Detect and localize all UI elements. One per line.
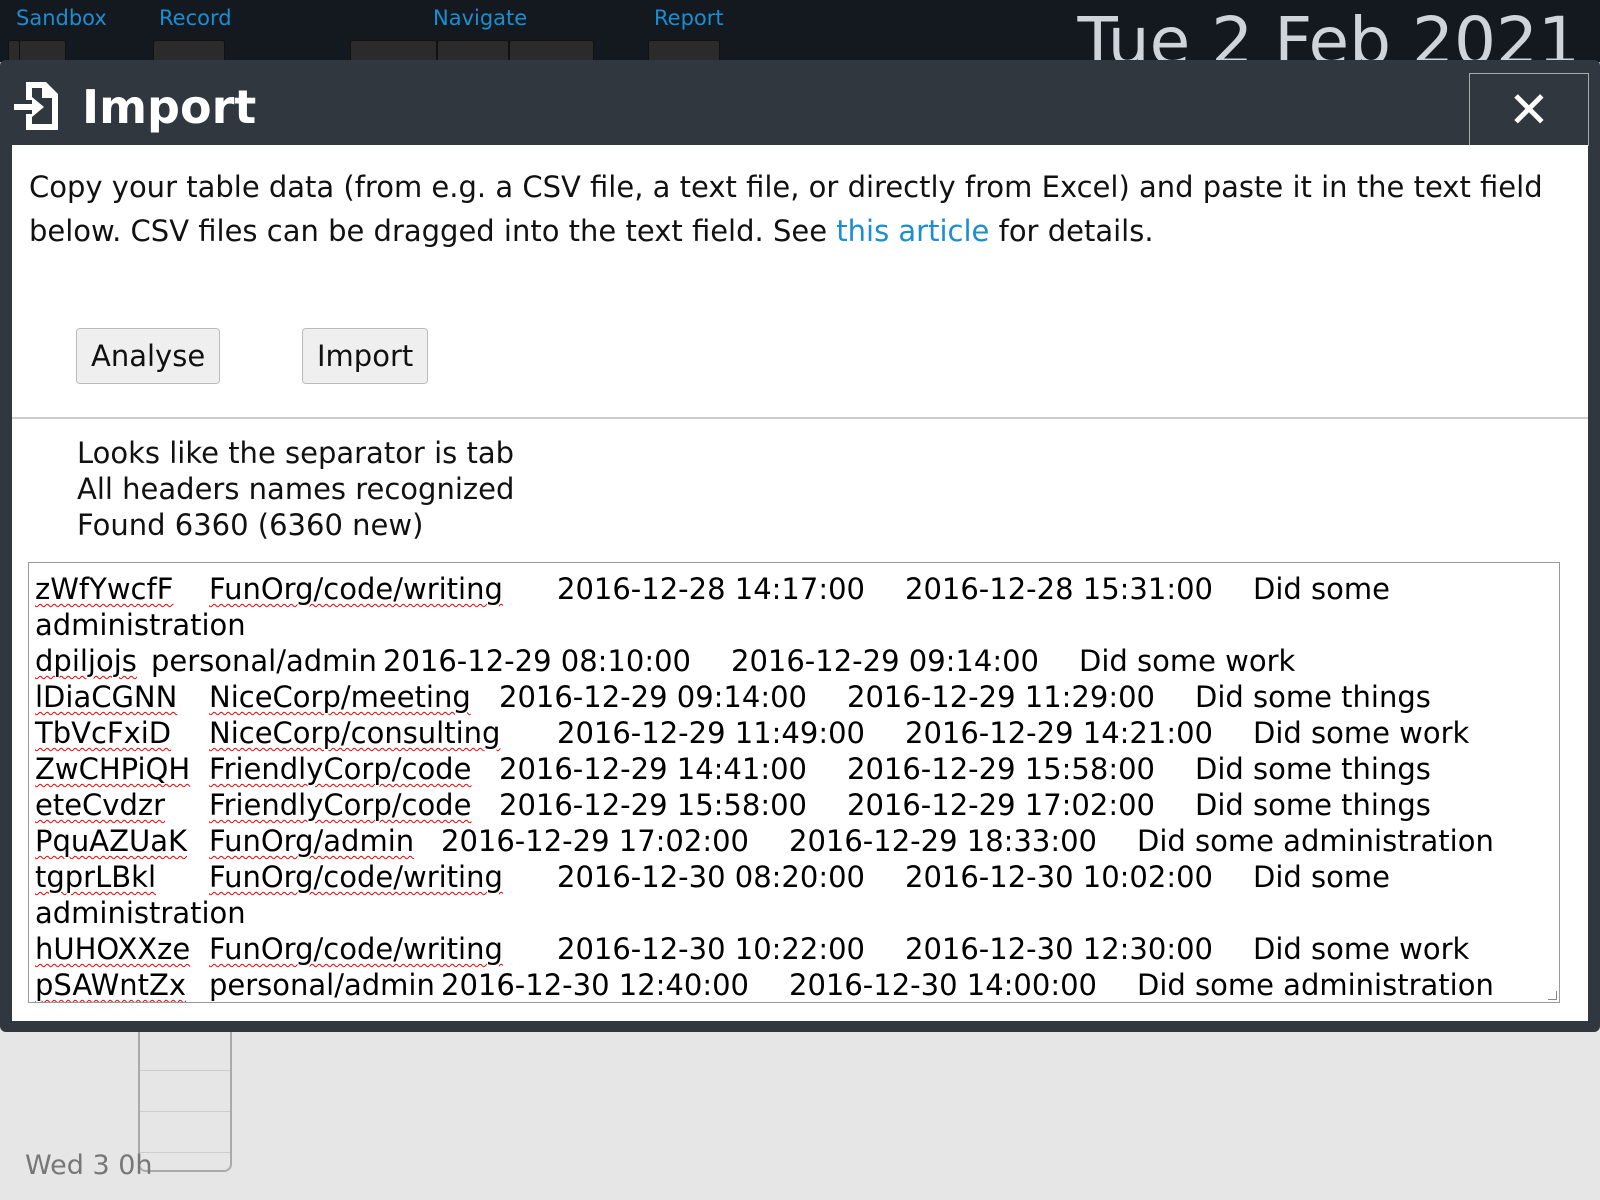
- row-field: 2016-12-29 15:58:00: [847, 752, 1155, 786]
- row-field: 2016-12-29 17:02:00: [847, 788, 1155, 822]
- menu-navigate[interactable]: Navigate: [433, 6, 527, 30]
- status-line: Found 6360 (6360 new): [77, 508, 424, 542]
- top-toolbar: Sandbox Record Navigate Report Tue 2 Feb…: [0, 0, 1600, 80]
- menu-record[interactable]: Record: [159, 6, 232, 30]
- row-field: TbVcFxiD: [35, 716, 172, 750]
- dialog-title: Import: [82, 80, 257, 134]
- row-field: personal/admin: [151, 644, 377, 678]
- row-field: FunOrg/code/writing: [209, 572, 503, 606]
- row-field: Did some work: [1253, 932, 1470, 966]
- row-field: 2016-12-29 14:41:00: [499, 752, 807, 786]
- row-field: 2016-12-29 09:14:00: [499, 680, 807, 714]
- data-row: zWfYwcfF FunOrg/code/writing 2016-12-28 …: [35, 571, 1550, 643]
- row-field: 2016-12-30 14:00:00: [789, 968, 1097, 1002]
- day-label: Wed 3 0h: [25, 1150, 153, 1181]
- status-line: Looks like the separator is tab: [77, 436, 515, 470]
- data-row: lDiaCGNN NiceCorp/meeting 2016-12-29 09:…: [35, 679, 1550, 715]
- row-field: 2016-12-30 10:02:00: [905, 860, 1213, 894]
- row-field: personal/admin: [209, 968, 435, 1002]
- instructions-text: Copy your table data (from e.g. a CSV fi…: [29, 170, 1543, 248]
- import-button[interactable]: Import: [302, 328, 429, 384]
- row-field: 2016-12-29 17:02:00: [441, 824, 749, 858]
- row-field: 2016-12-29 08:10:00: [383, 644, 691, 678]
- article-link[interactable]: this article: [836, 214, 989, 248]
- row-field: Did some work: [1253, 716, 1470, 750]
- row-field: dpiljojs: [35, 644, 137, 678]
- instructions: Copy your table data (from e.g. a CSV fi…: [29, 165, 1569, 253]
- resize-handle[interactable]: [1548, 991, 1557, 1000]
- divider: [12, 417, 1588, 419]
- row-field: Did some administration: [1137, 824, 1494, 858]
- data-row: ZwCHPiQH FriendlyCorp/code 2016-12-29 14…: [35, 751, 1550, 787]
- row-field: FunOrg/admin: [209, 824, 415, 858]
- data-row: hUHOXXze FunOrg/code/writing 2016-12-30 …: [35, 931, 1550, 967]
- row-field: 2016-12-30 12:40:00: [441, 968, 749, 1002]
- row-field: 2016-12-29 11:29:00: [847, 680, 1155, 714]
- row-field: NiceCorp/meeting: [209, 680, 471, 714]
- row-field: Did some things: [1195, 788, 1431, 822]
- data-row: tgprLBkl FunOrg/code/writing 2016-12-30 …: [35, 859, 1550, 931]
- row-field: 2016-12-30 10:22:00: [557, 932, 865, 966]
- data-row: dpiljojs personal/admin 2016-12-29 08:10…: [35, 643, 1550, 679]
- menu-report[interactable]: Report: [654, 6, 724, 30]
- row-field: PquAZUaK: [35, 824, 187, 858]
- close-button[interactable]: ✕: [1469, 73, 1589, 146]
- row-field: 2016-12-30 12:30:00: [905, 932, 1213, 966]
- data-row: pSAWntZx personal/admin 2016-12-30 12:40…: [35, 967, 1550, 1002]
- row-field: zWfYwcfF: [35, 572, 174, 606]
- dialog-body: Copy your table data (from e.g. a CSV fi…: [12, 145, 1588, 1021]
- row-field: pSAWntZx: [35, 968, 187, 1002]
- row-field: ZwCHPiQH: [35, 752, 191, 786]
- row-field: hUHOXXze: [35, 932, 191, 966]
- import-dialog: Import ✕ Copy your table data (from e.g.…: [0, 60, 1600, 1032]
- row-field: Did some things: [1195, 680, 1431, 714]
- file-import-icon: [14, 82, 58, 130]
- row-field: lDiaCGNN: [35, 680, 178, 714]
- row-field: Did some work: [1079, 644, 1296, 678]
- row-field: NiceCorp/consulting: [209, 716, 501, 750]
- row-field: 2016-12-29 14:21:00: [905, 716, 1213, 750]
- import-textarea[interactable]: zWfYwcfF FunOrg/code/writing 2016-12-28 …: [28, 562, 1560, 1003]
- row-field: Did some things: [1195, 752, 1431, 786]
- row-field: 2016-12-29 15:58:00: [499, 788, 807, 822]
- close-icon: ✕: [1508, 81, 1550, 139]
- data-row: PquAZUaK FunOrg/admin 2016-12-29 17:02:0…: [35, 823, 1550, 859]
- row-field: 2016-12-29 18:33:00: [789, 824, 1097, 858]
- row-field: FunOrg/code/writing: [209, 932, 503, 966]
- row-field: 2016-12-29 09:14:00: [731, 644, 1039, 678]
- row-field: FriendlyCorp/code: [209, 752, 472, 786]
- menu-sandbox[interactable]: Sandbox: [16, 6, 107, 30]
- instructions-text-end: for details.: [989, 214, 1154, 248]
- row-field: FriendlyCorp/code: [209, 788, 472, 822]
- analysis-status: Looks like the separator is tab All head…: [77, 435, 514, 543]
- row-field: 2016-12-28 15:31:00: [905, 572, 1213, 606]
- data-row: eteCvdzr FriendlyCorp/code 2016-12-29 15…: [35, 787, 1550, 823]
- row-field: FunOrg/code/writing: [209, 860, 503, 894]
- row-field: Did some administration: [1137, 968, 1494, 1002]
- textarea-content: zWfYwcfF FunOrg/code/writing 2016-12-28 …: [35, 571, 1550, 1002]
- row-field: eteCvdzr: [35, 788, 166, 822]
- data-row: TbVcFxiD NiceCorp/consulting 2016-12-29 …: [35, 715, 1550, 751]
- status-line: All headers names recognized: [77, 472, 515, 506]
- row-field: tgprLBkl: [35, 860, 157, 894]
- row-field: 2016-12-29 11:49:00: [557, 716, 865, 750]
- row-field: 2016-12-30 08:20:00: [557, 860, 865, 894]
- row-field: 2016-12-28 14:17:00: [557, 572, 865, 606]
- analyse-button[interactable]: Analyse: [76, 328, 221, 384]
